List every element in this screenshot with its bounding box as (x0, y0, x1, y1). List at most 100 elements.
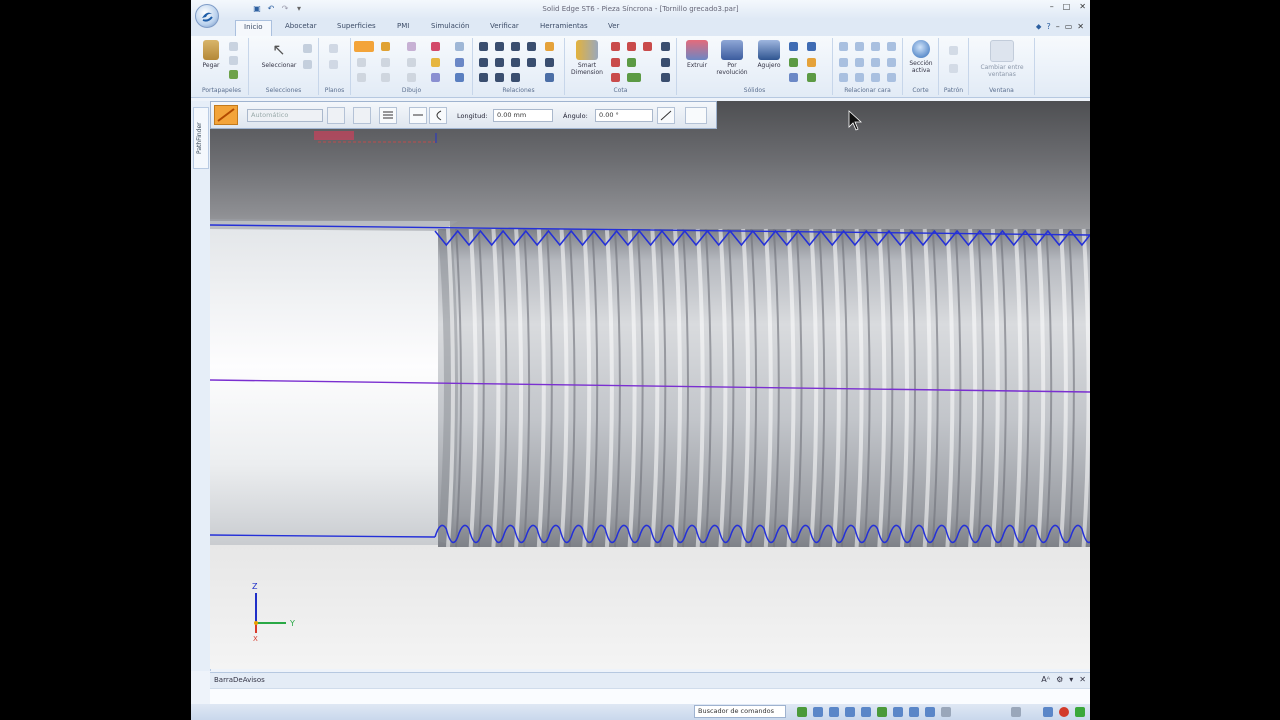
length-input[interactable]: 0.00 mm (493, 109, 553, 122)
dimension-icon[interactable] (611, 58, 620, 67)
face-relate-icon[interactable] (839, 42, 848, 51)
move-icon[interactable] (431, 58, 440, 67)
restore-icon[interactable]: ▭ (1065, 22, 1073, 32)
format-painter-icon[interactable] (229, 70, 238, 79)
live-section-button[interactable]: Sección activa (905, 40, 937, 74)
tool-icon[interactable] (455, 58, 464, 67)
face-relate-icon[interactable] (887, 42, 896, 51)
tab-pmi[interactable]: PMI (397, 22, 409, 30)
face-relate-icon[interactable] (855, 73, 864, 82)
relation-icon[interactable] (511, 42, 520, 51)
view-tool-icon[interactable] (925, 707, 935, 717)
graphics-viewport[interactable]: Z Y X (210, 101, 1090, 669)
color-icon[interactable] (327, 107, 345, 124)
feature-icon[interactable] (807, 42, 816, 51)
point-icon[interactable] (407, 73, 416, 82)
arc-mode-icon[interactable] (429, 107, 447, 124)
relation-icon[interactable] (511, 73, 520, 82)
hole-button[interactable]: Agujero (753, 40, 785, 69)
tab-ver[interactable]: Ver (608, 22, 619, 30)
arc-icon[interactable] (381, 42, 390, 51)
relation-icon[interactable] (495, 58, 504, 67)
cut-icon[interactable] (229, 42, 238, 51)
face-relate-icon[interactable] (887, 73, 896, 82)
eraser-icon[interactable] (431, 42, 440, 51)
face-relate-icon[interactable] (855, 42, 864, 51)
tab-simulacion[interactable]: Simulación (431, 22, 469, 30)
line-width-icon[interactable] (379, 107, 397, 124)
switch-windows-button[interactable]: Cambiar entre ventanas (975, 40, 1029, 78)
relation-icon[interactable] (527, 42, 536, 51)
relation-icon[interactable] (545, 42, 554, 51)
relation-icon[interactable] (527, 58, 536, 67)
go-icon[interactable] (1075, 707, 1085, 717)
relation-icon[interactable] (545, 73, 554, 82)
options-icon[interactable]: ⚙ (1056, 675, 1063, 684)
stop-icon[interactable] (1059, 707, 1069, 717)
fillet-icon[interactable] (381, 58, 390, 67)
font-size-icon[interactable]: Aᴬ (1041, 675, 1050, 684)
options-icon[interactable] (685, 107, 707, 124)
save-icon[interactable]: ▣ (252, 4, 262, 14)
select-tool-icon[interactable] (303, 60, 312, 69)
zoom-slider-icon[interactable] (1011, 707, 1021, 717)
feature-icon[interactable] (807, 58, 816, 67)
trim-icon[interactable] (407, 58, 416, 67)
angle-input[interactable]: 0.00 ° (595, 109, 653, 122)
feature-icon[interactable] (807, 73, 816, 82)
pathfinder-tab[interactable]: PathFinder (193, 107, 209, 169)
tab-inicio[interactable]: Inicio (235, 20, 272, 36)
pattern-icon[interactable] (949, 46, 958, 55)
tool-icon[interactable] (455, 42, 464, 51)
help-icon[interactable]: ? (1046, 22, 1050, 32)
select-tool-icon[interactable] (303, 44, 312, 53)
face-relate-icon[interactable] (871, 42, 880, 51)
revolve-button[interactable]: Por revolución (713, 40, 751, 76)
face-relate-icon[interactable] (839, 58, 848, 67)
minimize-button[interactable]: – (1050, 2, 1054, 11)
line-mode-icon[interactable] (409, 107, 427, 124)
close-button[interactable]: ✕ (1079, 2, 1086, 11)
feature-icon[interactable] (789, 42, 798, 51)
dimension-icon[interactable] (661, 42, 670, 51)
line-tool-active-icon[interactable] (214, 105, 238, 125)
view-tool-icon[interactable] (813, 707, 823, 717)
tab-herramientas[interactable]: Herramientas (540, 22, 588, 30)
application-button[interactable] (195, 4, 219, 28)
view-tool-icon[interactable] (877, 707, 887, 717)
dimension-icon[interactable] (661, 58, 670, 67)
tab-abocetar[interactable]: Abocetar (285, 22, 317, 30)
tool-icon[interactable] (455, 73, 464, 82)
relation-icon[interactable] (545, 58, 554, 67)
plane-icon[interactable] (329, 60, 338, 69)
maximize-button[interactable]: □ (1063, 2, 1071, 11)
relation-icon[interactable] (479, 58, 488, 67)
dimension-icon[interactable] (627, 73, 641, 82)
view-tool-icon[interactable] (1043, 707, 1053, 717)
view-tool-icon[interactable] (829, 707, 839, 717)
view-tool-icon[interactable] (797, 707, 807, 717)
dimension-icon[interactable] (627, 58, 636, 67)
close-doc-icon[interactable]: ✕ (1077, 22, 1084, 32)
undo-icon[interactable]: ↶ (266, 4, 276, 14)
paste-button[interactable]: Pegar (195, 40, 227, 69)
view-tool-icon[interactable] (941, 707, 951, 717)
relation-icon[interactable] (495, 73, 504, 82)
plane-icon[interactable] (329, 44, 338, 53)
feature-icon[interactable] (789, 58, 798, 67)
relation-icon[interactable] (479, 42, 488, 51)
extrude-button[interactable]: Extruir (681, 40, 713, 69)
dimension-icon[interactable] (611, 42, 620, 51)
relation-icon[interactable] (479, 73, 488, 82)
face-relate-icon[interactable] (871, 58, 880, 67)
view-tool-icon[interactable] (909, 707, 919, 717)
face-relate-icon[interactable] (871, 73, 880, 82)
line-style-select[interactable]: Automático (247, 109, 323, 122)
relation-icon[interactable] (511, 58, 520, 67)
close-icon[interactable]: ✕ (1079, 675, 1086, 684)
minimize-ribbon-icon[interactable]: – (1056, 22, 1060, 32)
command-finder-input[interactable]: Buscador de comandos (694, 705, 786, 718)
dimension-icon[interactable] (661, 73, 670, 82)
tab-verificar[interactable]: Verificar (490, 22, 519, 30)
pin-icon[interactable]: ▾ (1069, 675, 1073, 684)
